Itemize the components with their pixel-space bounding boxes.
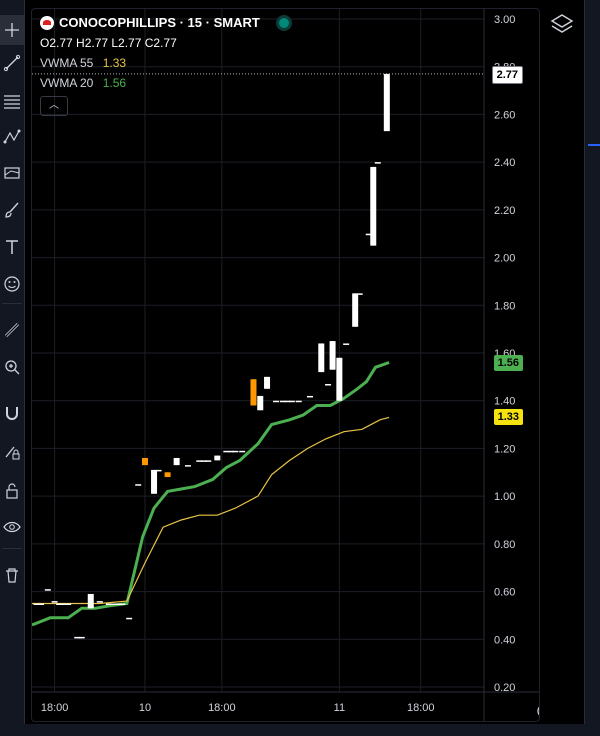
- layers-icon[interactable]: [550, 12, 574, 36]
- zoom-icon[interactable]: [0, 352, 24, 382]
- candle-body: [370, 166, 377, 246]
- candle-body: [356, 293, 363, 295]
- candle-body: [126, 617, 133, 620]
- vwma20-price-tag: 1.56: [493, 354, 523, 371]
- candle-body: [155, 469, 162, 472]
- market-status-icon[interactable]: [278, 18, 289, 28]
- time-axis-label: 18:00: [208, 702, 236, 714]
- candle-body: [51, 601, 58, 603]
- fib-icon[interactable]: [0, 86, 24, 116]
- candle-body: [205, 460, 212, 462]
- price-axis-label: 0.40: [494, 634, 515, 646]
- eye-icon[interactable]: [0, 512, 24, 542]
- price-axis-label: 1.20: [494, 443, 515, 455]
- candle-body: [264, 376, 271, 389]
- brush-icon[interactable]: [0, 195, 24, 225]
- lock-drawings-icon[interactable]: [0, 437, 24, 467]
- candle-body: [250, 379, 257, 406]
- candle-body: [352, 293, 359, 327]
- last-price-tag: 2.77: [491, 65, 523, 84]
- time-axis-label: 10: [139, 702, 151, 714]
- right-sidebar-edge: [584, 0, 600, 736]
- candle-body: [151, 469, 158, 494]
- pattern-icon[interactable]: [0, 122, 24, 152]
- candle-body: [38, 603, 45, 605]
- candle-body: [273, 400, 280, 403]
- vwma-line: [32, 361, 390, 627]
- indicator-vwma55[interactable]: VWMA 55 1.33: [40, 53, 289, 73]
- crosshair-icon[interactable]: [0, 15, 24, 45]
- candle-body: [239, 450, 246, 453]
- price-axis-label: 2.40: [494, 157, 515, 169]
- accent-mark: [588, 144, 600, 146]
- candle-body: [325, 384, 332, 386]
- price-axis-label: 1.00: [494, 491, 515, 503]
- candle-body: [336, 357, 343, 401]
- candle-body: [343, 343, 350, 345]
- candle-body: [44, 589, 51, 591]
- magnet-icon[interactable]: [0, 398, 24, 428]
- symbol-header[interactable]: CONOCOPHILLIPS · 15 · SMART: [40, 13, 289, 33]
- candle-body: [78, 636, 85, 639]
- candle-body: [374, 162, 381, 164]
- collapse-legend-button[interactable]: ︿: [40, 96, 68, 116]
- candle-body: [119, 603, 126, 605]
- candle-body: [135, 484, 142, 486]
- vwma55-price-tag: 1.33: [493, 409, 523, 426]
- candle-body: [142, 457, 148, 466]
- candle-body: [306, 395, 313, 398]
- forecast-icon[interactable]: [0, 158, 24, 188]
- toolbar-divider: [2, 303, 22, 304]
- symbol-title: CONOCOPHILLIPS · 15 · SMART: [59, 15, 260, 30]
- price-axis-label: 0.60: [494, 587, 515, 599]
- price-axis-label: 2.00: [494, 253, 515, 265]
- trend-line-icon[interactable]: [0, 48, 24, 78]
- chart-pane[interactable]: 3.002.802.602.402.202.001.801.601.401.20…: [31, 8, 540, 722]
- time-axis-label: 18:00: [407, 702, 435, 714]
- price-axis-label: 3.00: [494, 14, 515, 26]
- candle-body: [383, 73, 390, 132]
- indicator-vwma20[interactable]: VWMA 20 1.56: [40, 73, 289, 93]
- indicator-value: 1.33: [102, 56, 127, 70]
- candle-body: [184, 465, 191, 467]
- price-axis-label: 1.80: [494, 300, 515, 312]
- price-axis-label: 1.40: [494, 396, 515, 408]
- candle-body: [173, 457, 180, 466]
- trash-icon[interactable]: [0, 560, 24, 590]
- vwma-line: [32, 416, 390, 605]
- candle-body: [257, 395, 264, 411]
- candle-body: [164, 472, 171, 478]
- toolbar-divider: [2, 548, 22, 549]
- bottom-toolbar: [24, 724, 600, 736]
- left-toolbar: [0, 0, 25, 736]
- candle-body: [318, 343, 325, 373]
- company-logo-icon: [40, 16, 54, 30]
- candle-body: [295, 400, 302, 403]
- time-axis-label: 11: [334, 702, 345, 714]
- candle-body: [232, 450, 239, 453]
- candle-body: [65, 603, 72, 605]
- indicator-value: 1.56: [102, 76, 127, 90]
- candle-body: [96, 601, 103, 603]
- emoji-icon[interactable]: [0, 269, 24, 299]
- candle-body: [329, 341, 336, 370]
- ohlc-values: O2.77 H2.77 L2.77 C2.77: [40, 36, 177, 50]
- price-axis-label: 2.60: [494, 109, 515, 121]
- price-axis-label: 0.80: [494, 539, 515, 551]
- indicator-name: VWMA 20: [40, 76, 94, 90]
- indicator-name: VWMA 55: [40, 56, 94, 70]
- candle-body: [87, 593, 94, 609]
- candle-body: [288, 400, 295, 403]
- chart-legend: CONOCOPHILLIPS · 15 · SMART O2.77 H2.77 …: [40, 13, 289, 116]
- candle-body: [214, 455, 221, 461]
- lock-icon[interactable]: [0, 476, 24, 506]
- ruler-icon[interactable]: [0, 315, 24, 345]
- time-axis-label: 18:00: [41, 702, 69, 714]
- chevron-up-icon: ︿: [49, 100, 59, 111]
- price-axis-label: 2.20: [494, 205, 515, 217]
- text-icon[interactable]: [0, 232, 24, 262]
